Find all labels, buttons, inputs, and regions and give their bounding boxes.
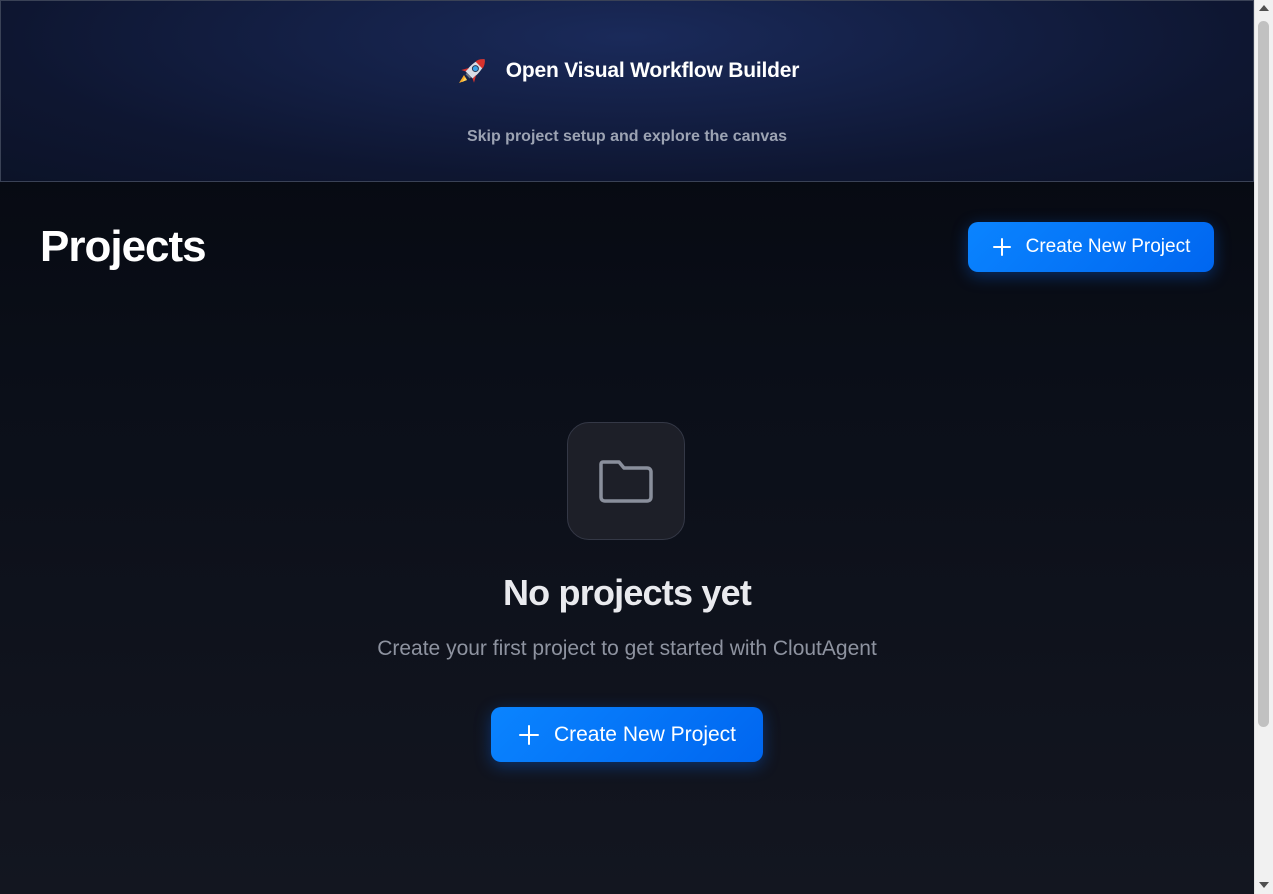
create-new-project-button[interactable]: Create New Project	[968, 222, 1214, 272]
banner-title: Open Visual Workflow Builder	[505, 59, 800, 82]
scroll-down-arrow-icon[interactable]	[1259, 882, 1269, 888]
empty-state-create-project-button[interactable]: Create New Project	[491, 707, 763, 762]
vertical-scrollbar[interactable]	[1254, 0, 1273, 894]
empty-state-create-project-label: Create New Project	[553, 722, 737, 746]
folder-icon	[599, 460, 653, 503]
create-new-project-label: Create New Project	[1025, 236, 1191, 257]
page-title: Projects	[40, 222, 207, 271]
scrollbar-thumb[interactable]	[1258, 21, 1269, 727]
plus-icon	[992, 238, 1011, 256]
banner-title-row: Open Visual Workflow Builder	[1, 53, 1253, 89]
projects-page: Open Visual Workflow Builder Skip projec…	[0, 0, 1254, 894]
empty-state-description: Create your first project to get started…	[377, 637, 877, 660]
empty-state-title: No projects yet	[502, 572, 752, 613]
rocket-icon	[458, 59, 485, 83]
open-workflow-builder-banner[interactable]: Open Visual Workflow Builder Skip projec…	[0, 0, 1254, 182]
banner-subtitle: Skip project setup and explore the canva…	[466, 128, 788, 145]
scroll-up-arrow-icon[interactable]	[1259, 5, 1269, 11]
plus-icon	[518, 724, 539, 745]
empty-state-folder-tile	[567, 422, 685, 540]
